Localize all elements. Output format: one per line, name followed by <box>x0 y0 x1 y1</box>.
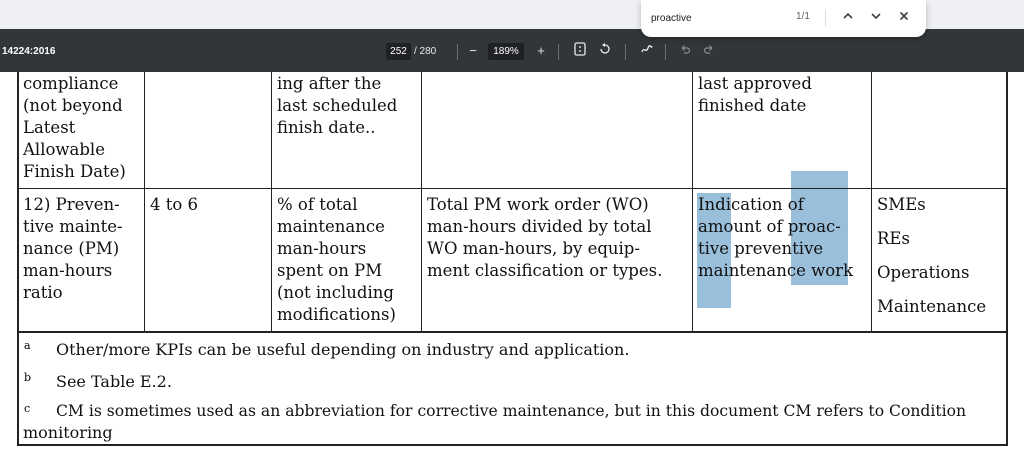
find-input[interactable] <box>651 11 781 25</box>
toolbar-divider <box>665 44 666 60</box>
table-border <box>692 72 693 332</box>
toolbar-divider <box>457 44 458 60</box>
table-border <box>421 72 422 332</box>
footnote-text-continued: monitoring <box>23 423 113 442</box>
table-border <box>17 72 19 446</box>
page-total: / 280 <box>414 46 437 57</box>
undo-icon[interactable] <box>678 42 692 60</box>
table-border <box>17 331 1008 333</box>
table-cell-users-smes: SMEs <box>877 195 926 214</box>
chevron-up-icon[interactable] <box>838 8 858 28</box>
table-border <box>871 72 872 332</box>
table-cell-formula: Total PM work order (WO) man-hours divid… <box>427 195 663 280</box>
page-number-input[interactable]: 252 <box>386 43 411 60</box>
toolbar-divider <box>625 44 626 60</box>
zoom-in-button[interactable]: + <box>534 42 548 60</box>
table-border <box>144 72 145 332</box>
table-border <box>1006 72 1008 446</box>
find-bar: 1/1 <box>641 0 926 37</box>
table-cell-definition: % of total maintenance man-hours spent o… <box>277 195 396 324</box>
footnote-text: Other/more KPIs can be useful depending … <box>56 340 630 359</box>
table-cell-kpi-prev: compliance (not beyond Latest Allowable … <box>23 74 126 181</box>
annotate-icon[interactable] <box>639 42 655 60</box>
footnote-mark: b <box>24 371 32 384</box>
zoom-out-button[interactable]: − <box>466 42 480 60</box>
table-cell-users-operations: Operations <box>877 263 970 282</box>
footnote-mark: a <box>24 339 31 352</box>
table-border <box>271 72 272 332</box>
document-title: 14224:2016 <box>2 46 56 57</box>
table-cell-users-maintenance: Maintenance <box>877 297 987 316</box>
pdf-page: compliance (not beyond Latest Allowable … <box>0 72 1024 456</box>
footnote-text: See Table E.2. <box>56 372 172 391</box>
table-cell-definition-prev: ing after the last scheduled finish date… <box>277 74 398 137</box>
table-cell-range: 4 to 6 <box>150 195 199 214</box>
footnote-text: CM is sometimes used as an abbreviation … <box>56 402 967 420</box>
footnote-mark: c <box>24 402 31 415</box>
toolbar-divider <box>558 44 559 60</box>
table-cell-users-res: REs <box>877 229 910 248</box>
close-icon[interactable] <box>894 8 914 28</box>
rotate-icon[interactable] <box>597 42 613 60</box>
zoom-level-input[interactable]: 189% <box>488 43 524 60</box>
table-cell-kpi: 12) Preven- tive mainte- nance (PM) man-… <box>23 195 123 302</box>
fit-page-icon[interactable] <box>572 42 588 60</box>
table-cell-purpose-prev: last approved finished date <box>698 74 812 115</box>
find-divider <box>825 9 826 27</box>
chevron-down-icon[interactable] <box>866 8 886 28</box>
table-cell-purpose: Indication of amount of proac- tive prev… <box>698 195 854 280</box>
redo-icon[interactable] <box>702 42 716 60</box>
table-border <box>17 188 1008 189</box>
table-border <box>17 444 1008 446</box>
find-match-count: 1/1 <box>796 11 810 22</box>
